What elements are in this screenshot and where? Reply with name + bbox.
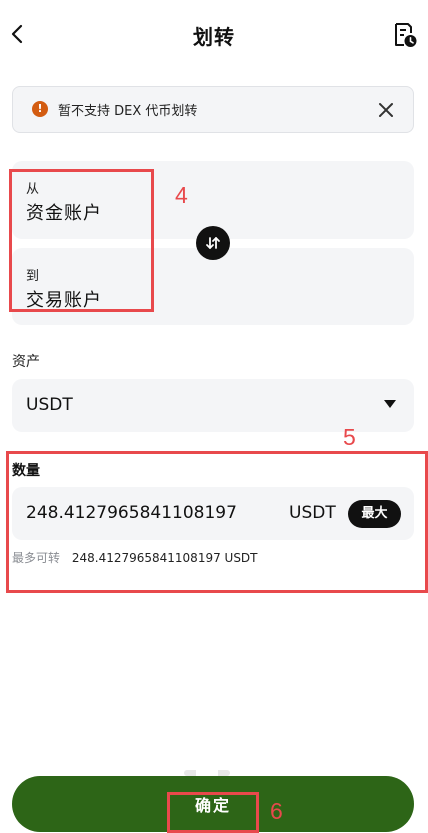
notice-banner: ! 暂不支持 DEX 代币划转 <box>12 86 414 133</box>
swap-accounts-button[interactable] <box>196 226 230 260</box>
annotation-label-5: 5 <box>343 424 356 450</box>
close-button[interactable] <box>376 100 396 120</box>
asset-selected-value: USDT <box>26 395 73 415</box>
notice-text: 暂不支持 DEX 代币划转 <box>58 104 198 119</box>
annotation-box-confirm <box>167 792 259 833</box>
history-button[interactable] <box>392 21 418 49</box>
header-bar: 划转 <box>0 0 428 66</box>
page-title: 划转 <box>193 25 235 49</box>
annotation-box-amount <box>6 451 428 593</box>
document-clock-icon <box>395 23 417 47</box>
close-icon <box>379 103 393 117</box>
swap-vertical-icon <box>206 237 220 249</box>
annotation-box-accounts <box>9 169 154 312</box>
annotation-label-6: 6 <box>270 798 283 824</box>
annotation-label-4: 4 <box>175 182 188 208</box>
caret-down-icon <box>384 400 396 408</box>
asset-label: 资产 <box>12 354 40 370</box>
warning-icon: ! <box>32 101 48 117</box>
